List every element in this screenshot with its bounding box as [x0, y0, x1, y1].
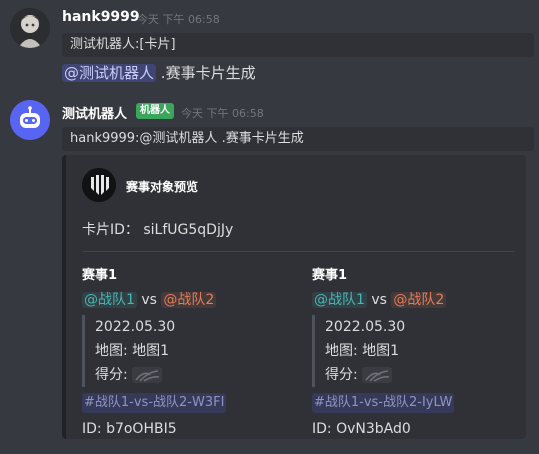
match-map: 地图: 地图1	[325, 343, 400, 359]
score-label: 得分:	[325, 367, 358, 383]
vs-label: vs	[371, 292, 387, 308]
reply-preview[interactable]: hank9999:@测试机器人 .赛事卡片生成	[62, 127, 534, 151]
embed-divider	[82, 251, 514, 252]
match-card-2: 赛事1 @战队1 vs @战队2 2022.05.30 地图: 地图1 得分: …	[312, 265, 512, 441]
scratch-icon	[132, 367, 163, 383]
team2-mention[interactable]: @战队2	[391, 292, 447, 308]
score-label: 得分:	[95, 367, 128, 383]
team2-mention[interactable]: @战队2	[161, 292, 217, 308]
reply-preview[interactable]: 测试机器人:[卡片]	[62, 33, 534, 57]
logo-icon	[82, 168, 116, 202]
mention-bot[interactable]: @测试机器人	[62, 64, 157, 82]
robot-icon	[10, 100, 50, 140]
message-text: .赛事卡片生成	[160, 64, 256, 82]
match-title: 赛事1	[312, 268, 348, 283]
timestamp: 今天 下午 06:58	[137, 13, 220, 26]
timestamp: 今天 下午 06:58	[181, 107, 264, 120]
vs-label: vs	[141, 292, 157, 308]
embed-thumbnail	[82, 168, 116, 202]
card-id-label: 卡片ID：	[82, 222, 139, 238]
channel-link[interactable]: #战队1-vs-战队2-IyLW	[312, 393, 455, 413]
match-id: ID: OvN3bAd0	[312, 421, 411, 437]
embed-card: 赛事对象预览 卡片ID： siLfUG5qDjJy 赛事1 @战队1 vs @战…	[62, 155, 526, 439]
match-teams: @战队1 vs @战队2	[312, 289, 512, 311]
channel-link[interactable]: #战队1-vs-战队2-W3FI	[82, 393, 227, 413]
bot-badge: 机器人	[136, 103, 174, 119]
match-details: 2022.05.30 地图: 地图1 得分:	[312, 315, 512, 387]
match-score: 得分:	[95, 363, 282, 387]
match-date: 2022.05.30	[325, 319, 406, 335]
user-avatar[interactable]	[10, 8, 50, 48]
bot-username[interactable]: 测试机器人	[62, 103, 127, 122]
team1-mention[interactable]: @战队1	[312, 292, 367, 308]
scratch-icon	[362, 367, 393, 383]
match-details: 2022.05.30 地图: 地图1 得分:	[82, 315, 282, 387]
match-teams: @战队1 vs @战队2	[82, 289, 282, 311]
embed-title: 赛事对象预览	[126, 180, 199, 194]
team1-mention[interactable]: @战队1	[82, 292, 137, 308]
anime-avatar-icon	[10, 8, 50, 48]
reply-preview-text: hank9999:@测试机器人 .赛事卡片生成	[70, 131, 304, 146]
match-date: 2022.05.30	[95, 319, 176, 335]
card-id: 卡片ID： siLfUG5qDjJy	[82, 219, 233, 239]
match-title: 赛事1	[82, 268, 118, 283]
match-id: ID: b7oOHBI5	[82, 421, 177, 437]
username[interactable]: hank9999	[62, 9, 140, 25]
message-content: @测试机器人 .赛事卡片生成	[62, 62, 256, 83]
bot-avatar[interactable]	[10, 100, 50, 140]
card-id-value: siLfUG5qDjJy	[143, 222, 234, 238]
match-score: 得分:	[325, 363, 512, 387]
match-card-1: 赛事1 @战队1 vs @战队2 2022.05.30 地图: 地图1 得分: …	[82, 265, 282, 441]
match-map: 地图: 地图1	[95, 343, 170, 359]
reply-preview-text: 测试机器人:[卡片]	[70, 37, 176, 52]
